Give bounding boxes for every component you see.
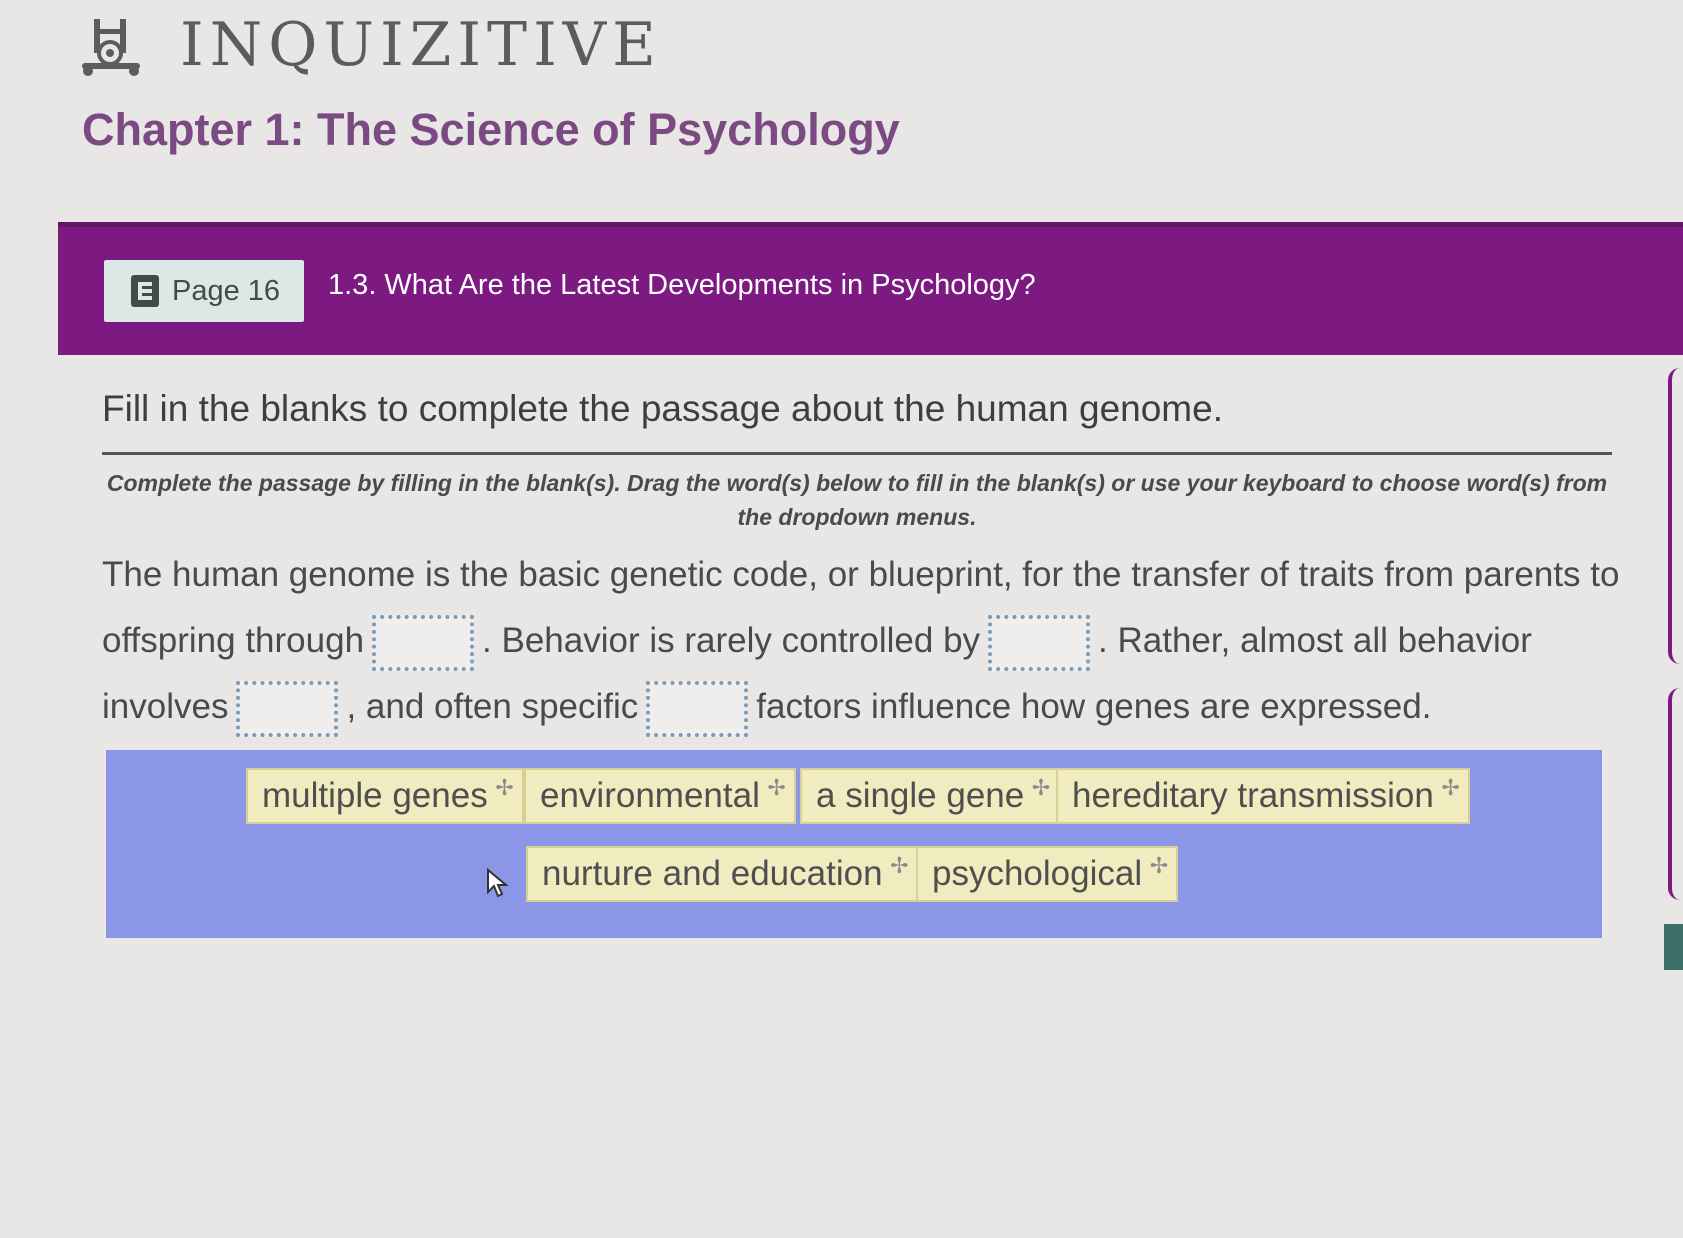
word-chip[interactable]: a single gene ✢: [800, 768, 1061, 824]
blank-4[interactable]: [646, 680, 749, 737]
passage: The human genome is the basic genetic co…: [102, 542, 1622, 740]
app-header: INQUIZITIVE: [80, 10, 662, 80]
word-chip[interactable]: multiple genes ✢: [246, 768, 524, 824]
page-reference-button[interactable]: Page 16: [104, 260, 304, 322]
word-chip[interactable]: hereditary transmission ✢: [1056, 768, 1470, 824]
side-tab[interactable]: [1664, 924, 1683, 970]
side-panel-edge: [1668, 368, 1683, 664]
logo-text: INQUIZITIVE: [180, 10, 662, 80]
blank-1[interactable]: [372, 614, 475, 671]
inquizitive-logo-icon: [82, 19, 140, 76]
drag-plus-icon: ✢: [767, 775, 786, 800]
drag-plus-icon: ✢: [890, 853, 909, 878]
mouse-cursor-icon: [487, 868, 508, 898]
drag-plus-icon: ✢: [1149, 853, 1169, 878]
instructions: Complete the passage by filling in the b…: [106, 470, 1608, 530]
ebook-icon: [131, 275, 159, 307]
word-bank: multiple genes ✢ environmental ✢ a single …: [106, 750, 1602, 938]
word-chip[interactable]: nurture and education ✢: [526, 846, 919, 902]
section-title: 1.3. What Are the Latest Developments in…: [328, 269, 1036, 301]
passage-text: , and often specific: [346, 687, 639, 726]
side-panel-edge: [1668, 688, 1683, 900]
drag-plus-icon: ✢: [1031, 775, 1051, 800]
question-prompt: Fill in the blanks to complete the passa…: [102, 388, 1223, 429]
word-chip[interactable]: psychological ✢: [916, 846, 1179, 902]
passage-text: factors influence how genes are expresse…: [756, 687, 1432, 726]
drag-plus-icon: ✢: [1441, 775, 1460, 800]
blank-2[interactable]: [988, 614, 1091, 671]
word-chip[interactable]: environmental ✢: [524, 768, 796, 824]
passage-text: . Behavior is rarely controlled by: [482, 621, 981, 660]
section-banner: Page 16 1.3. What Are the Latest Develop…: [58, 222, 1683, 355]
drag-plus-icon: ✢: [495, 775, 514, 800]
chapter-title: Chapter 1: The Science of Psychology: [82, 104, 900, 155]
blank-3[interactable]: [236, 680, 339, 737]
divider: [102, 452, 1612, 455]
page-label: Page 16: [172, 274, 281, 307]
